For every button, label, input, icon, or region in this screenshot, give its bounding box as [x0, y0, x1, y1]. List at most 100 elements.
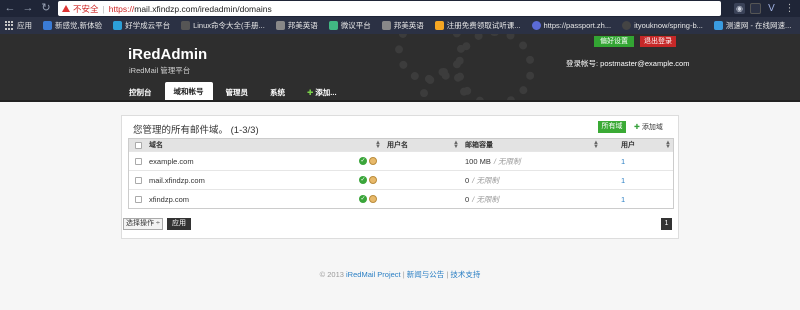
bookmark-item[interactable]: 新感觉,新体验 [43, 20, 102, 31]
support-link[interactable]: 技术支持 [450, 270, 480, 279]
edit-icon[interactable] [369, 195, 377, 203]
panel-title: 您管理的所有邮件域。 (1-3/3) [133, 125, 259, 136]
extension-icon[interactable] [750, 3, 761, 14]
vpn-icon[interactable]: V [766, 3, 777, 14]
bookmark-item[interactable]: 邦美英语 [275, 20, 318, 31]
url-separator: | [102, 3, 105, 14]
column-quota[interactable]: 邮箱容量 [465, 139, 493, 151]
reload-icon[interactable]: ↻ [38, 1, 54, 16]
news-link[interactable]: 新闻与公告 [407, 270, 445, 279]
copyright: © 2013 [319, 270, 344, 279]
sort-icon[interactable]: ▲ ▼ [665, 140, 671, 150]
quota-unlimited: / 无限制 [472, 194, 499, 204]
checkbox-icon [135, 157, 142, 165]
main-nav: 控制台 域和帐号 管理员 系统 ✚ 添加... [120, 82, 350, 102]
user-count-link[interactable]: 1 [621, 157, 625, 166]
row-checkbox[interactable] [135, 190, 142, 208]
bookmark-icon [113, 21, 123, 30]
project-link[interactable]: iRedMail Project [346, 270, 401, 279]
bookmark-item[interactable]: 微议平台 [328, 20, 371, 31]
url-path: mail.xfindzp.com/iredadmin/domains [134, 3, 272, 14]
quota-cell: 100 MB / 无限制 [465, 152, 521, 170]
domain-name[interactable]: example.com [149, 152, 194, 170]
pagination-current-page[interactable]: 1 [661, 218, 672, 230]
bookmark-icon [434, 21, 444, 30]
bookmark-icon [328, 21, 338, 30]
logout-button[interactable]: 退出登录 [640, 36, 676, 47]
sort-icon[interactable]: ▲ ▼ [375, 140, 381, 150]
browser-toolbar: ← → ↻ 不安全 | https:// mail.xfindzp.com/ir… [0, 0, 800, 17]
select-all-checkbox[interactable] [135, 139, 142, 151]
enabled-check-icon: ✓ [359, 195, 367, 203]
sort-icon[interactable]: ▲ ▼ [593, 140, 599, 150]
address-bar[interactable]: 不安全 | https:// mail.xfindzp.com/iredadmi… [58, 1, 721, 16]
user-count[interactable]: 1 [621, 152, 625, 170]
column-users[interactable]: 用户 [621, 139, 635, 151]
apply-button[interactable]: 应用 [167, 218, 191, 230]
bookmark-label: ityouknow/spring-b... [634, 21, 703, 30]
quota-cell: 0/ 无限制 [465, 190, 499, 208]
user-count[interactable]: 1 [621, 190, 625, 208]
bookmark-label: https://passport.zh... [543, 21, 612, 30]
url-scheme: https:// [108, 3, 135, 14]
preferences-button[interactable]: 偏好设置 [594, 36, 634, 47]
back-icon[interactable]: ← [2, 1, 18, 16]
user-count-link[interactable]: 1 [621, 176, 625, 185]
bookmark-apps[interactable]: 应用 [5, 20, 32, 31]
edit-icon[interactable] [369, 157, 377, 165]
column-name[interactable]: 用户名 [387, 139, 408, 151]
bookmark-label: Linux命令大全(手册... [193, 21, 265, 30]
insecure-label: 不安全 [73, 3, 99, 14]
bookmark-label: 测速网 - 在线网速... [725, 21, 792, 30]
bookmark-item[interactable]: https://passport.zh... [531, 21, 612, 30]
domain-name[interactable]: mail.xfindzp.com [149, 171, 205, 189]
extension-icon[interactable]: ◉ [734, 3, 745, 14]
all-domains-button[interactable]: 所有域 [598, 121, 626, 133]
quota-cell: 0/ 无限制 [465, 171, 499, 189]
table-row: example.com ✓ 100 MB / 无限制 1 [129, 151, 673, 170]
bookmark-label: 邦美英语 [287, 21, 318, 30]
sort-icon[interactable]: ▲ ▼ [453, 140, 459, 150]
bookmark-item[interactable]: 邦美英语 [381, 20, 424, 31]
quota-value: 0 [465, 175, 470, 185]
row-checkbox[interactable] [135, 152, 142, 170]
bookmark-item[interactable]: 好学成云平台 [113, 20, 170, 31]
bookmark-item[interactable]: 注册免费领取试听课... [434, 20, 521, 31]
edit-icon[interactable] [369, 176, 377, 184]
tab-system[interactable]: 系统 [261, 83, 294, 102]
bookmark-icon [275, 21, 285, 30]
tab-dashboard[interactable]: 控制台 [120, 83, 161, 102]
user-count[interactable]: 1 [621, 171, 625, 189]
bookmark-item[interactable]: ityouknow/spring-b... [622, 21, 703, 30]
add-domain-button[interactable]: ✚ 添加域 [634, 122, 663, 132]
tab-domains-accounts[interactable]: 域和帐号 [164, 82, 213, 102]
menu-icon[interactable]: ⋮ [784, 3, 795, 14]
row-checkbox[interactable] [135, 171, 142, 189]
bookmark-item[interactable]: 测速网 - 在线网速... [713, 20, 792, 31]
tab-add-label: 添加... [315, 88, 337, 97]
action-select[interactable]: 选择操作 ÷ [123, 218, 163, 230]
bookmark-label: 注册免费领取试听课... [446, 21, 521, 30]
bookmark-icon [622, 21, 632, 30]
bookmark-icon [713, 21, 723, 30]
checkbox-icon [135, 195, 142, 203]
tab-admins[interactable]: 管理员 [217, 83, 258, 102]
bookmark-item[interactable]: Linux命令大全(手册... [181, 20, 265, 31]
bookmark-icon [43, 21, 52, 30]
quota-value: 100 MB [465, 156, 491, 166]
column-domain[interactable]: 域名 [149, 139, 163, 151]
forward-icon[interactable]: → [20, 1, 36, 16]
user-count-link[interactable]: 1 [621, 195, 625, 204]
add-domain-label: 添加域 [641, 124, 663, 131]
bookmarks-bar: 应用 新感觉,新体验 好学成云平台 Linux命令大全(手册... 邦美英语 微… [0, 17, 800, 34]
apps-icon [5, 21, 14, 30]
bookmark-label: 应用 [17, 21, 32, 30]
domains-panel: 您管理的所有邮件域。 (1-3/3) 所有域 ✚ 添加域 域名 ▲ ▼ 用户名 ▲ ▼… [121, 115, 679, 239]
tab-add[interactable]: ✚ 添加... [298, 83, 346, 102]
enabled-check-icon: ✓ [359, 176, 367, 184]
quota-value: 0 [465, 194, 470, 204]
domains-table: 域名 ▲ ▼ 用户名 ▲ ▼ 邮箱容量 ▲ ▼ 用户 ▲ ▼ example.com ✓… [128, 138, 674, 209]
bookmark-label: 新感觉,新体验 [55, 21, 103, 30]
domain-name[interactable]: xfindzp.com [149, 190, 189, 208]
bookmark-icon [381, 21, 391, 30]
